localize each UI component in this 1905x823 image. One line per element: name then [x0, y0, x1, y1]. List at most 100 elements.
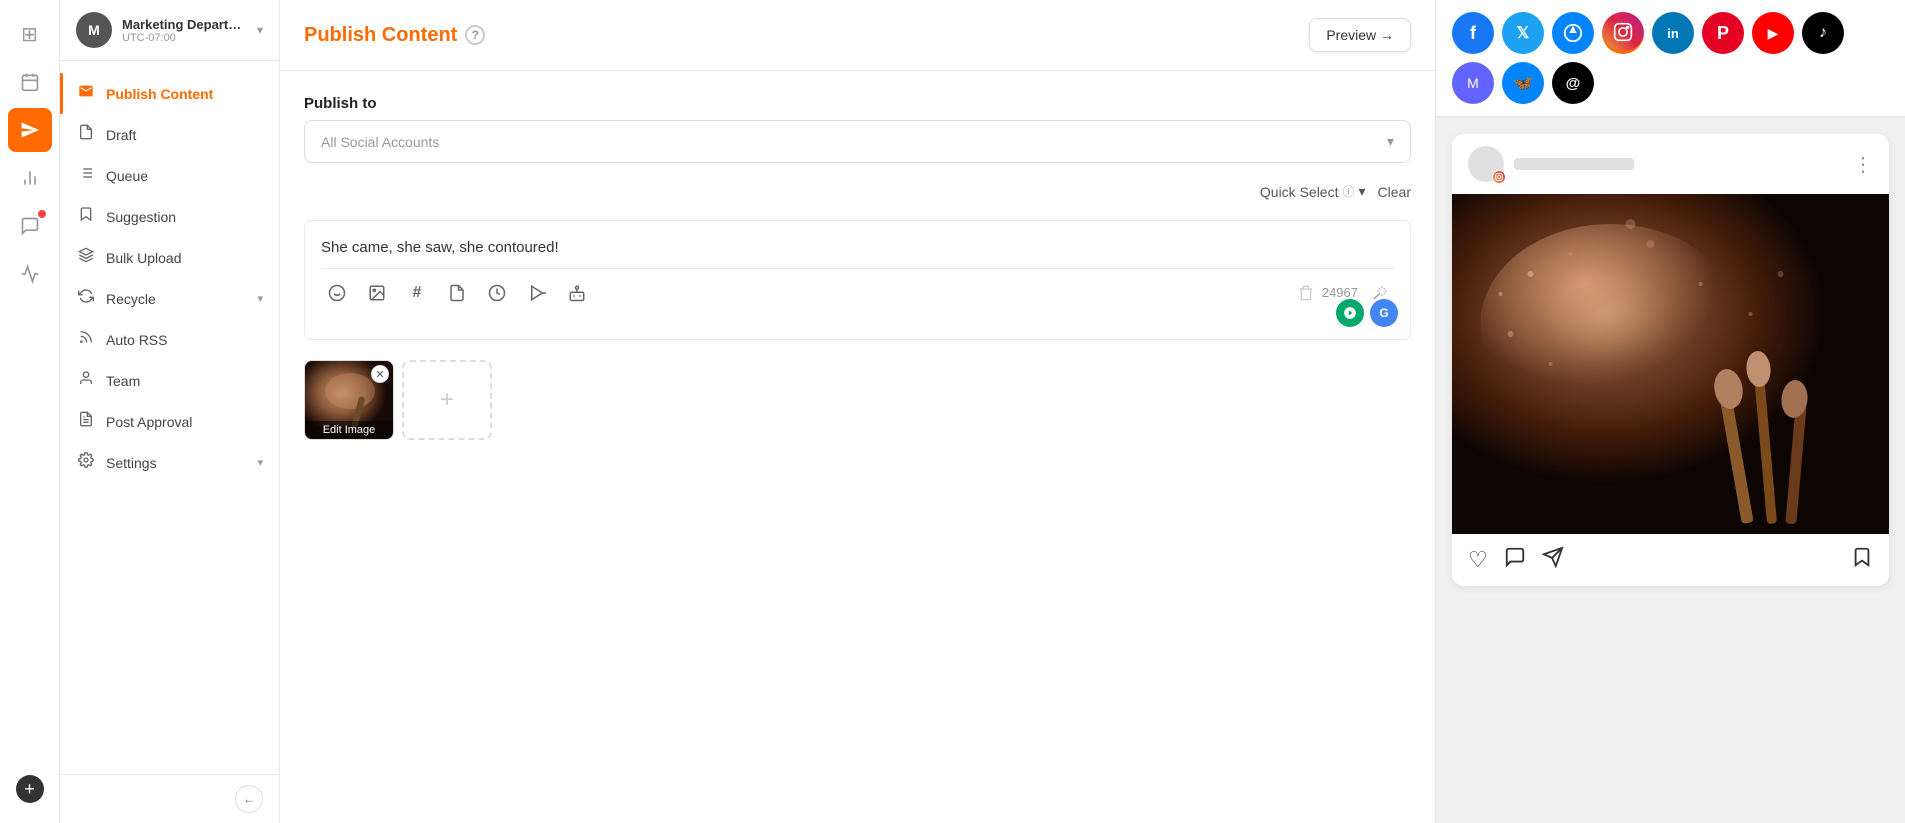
- sidebar-item-draft[interactable]: Draft: [60, 114, 279, 155]
- publish-title-group: Publish Content ?: [304, 24, 485, 47]
- calendar-nav-icon[interactable]: [8, 60, 52, 104]
- clear-button[interactable]: Clear: [1378, 184, 1411, 200]
- hashtag-toolbar-icon[interactable]: #: [401, 277, 433, 309]
- char-count: 24967: [1322, 285, 1358, 300]
- quick-select-chevron: ▾: [1359, 183, 1366, 200]
- main-content: Publish Content ? Preview → Publish to A…: [280, 0, 1435, 823]
- bluesky-social-icon[interactable]: [1552, 12, 1594, 54]
- media-area: ✕ Edit Image +: [304, 360, 1411, 440]
- sidebar-nav: Publish Content Draft Queue Suggestion B…: [60, 61, 279, 774]
- account-select-placeholder: All Social Accounts: [321, 134, 439, 150]
- youtube-social-icon[interactable]: ▶: [1752, 12, 1794, 54]
- analytics-nav-icon[interactable]: [8, 252, 52, 296]
- preview-actions: ♡: [1452, 534, 1889, 586]
- sidebar-item-rss[interactable]: Auto RSS: [60, 319, 279, 360]
- workspace-chevron[interactable]: ▾: [257, 23, 263, 37]
- preview-more-icon[interactable]: ⋮: [1853, 152, 1873, 177]
- sidebar-item-team[interactable]: Team: [60, 360, 279, 401]
- help-icon[interactable]: ?: [465, 25, 485, 45]
- dropdown-chevron: ▾: [1387, 133, 1394, 150]
- publish-area: Publish Content ? Preview → Publish to A…: [280, 0, 1435, 823]
- quick-select-group[interactable]: Quick Select ⓘ ▾: [1260, 183, 1366, 200]
- instagram-badge-icon: [1492, 170, 1506, 184]
- sidebar-item-bulk[interactable]: Bulk Upload: [60, 237, 279, 278]
- chat-badge: [38, 210, 46, 218]
- ai-icons-group: G: [1336, 299, 1398, 327]
- sidebar-item-recycle[interactable]: Recycle ▾: [60, 278, 279, 319]
- sidebar-item-team-label: Team: [106, 373, 140, 389]
- sidebar-item-suggestion[interactable]: Suggestion: [60, 196, 279, 237]
- tiktok-social-icon[interactable]: ♪: [1802, 12, 1844, 54]
- ai-green-button[interactable]: [1336, 299, 1364, 327]
- suggestion-icon: [76, 206, 96, 227]
- publish-to-section: Publish to All Social Accounts ▾: [304, 95, 1411, 163]
- collapse-button[interactable]: ←: [235, 785, 263, 813]
- preview-button-label: Preview →: [1326, 27, 1394, 43]
- linkedin-social-icon[interactable]: in: [1652, 12, 1694, 54]
- team-icon: [76, 370, 96, 391]
- ai-blue-button[interactable]: G: [1370, 299, 1398, 327]
- preview-username-area: [1514, 158, 1843, 170]
- image-toolbar-icon[interactable]: [361, 277, 393, 309]
- text-editor[interactable]: She came, she saw, she contoured! G #: [304, 220, 1411, 340]
- workspace-info: Marketing Department UTC-07:00: [122, 17, 247, 44]
- pinterest-social-icon[interactable]: P: [1702, 12, 1744, 54]
- like-action-icon[interactable]: ♡: [1468, 547, 1488, 573]
- delete-toolbar-icon[interactable]: [1298, 285, 1314, 301]
- chat-nav-icon[interactable]: [8, 204, 52, 248]
- workspace-timezone: UTC-07:00: [122, 32, 247, 44]
- twitter-social-icon[interactable]: 𝕏: [1502, 12, 1544, 54]
- preview-image: [1452, 194, 1889, 534]
- preview-username-placeholder: [1514, 158, 1634, 170]
- publish-nav-icon[interactable]: [8, 108, 52, 152]
- post-text-content: She came, she saw, she contoured!: [321, 237, 1394, 260]
- publish-icon: [76, 83, 96, 104]
- page-title: Publish Content: [304, 24, 457, 47]
- sidebar-item-publish[interactable]: Publish Content: [60, 73, 279, 114]
- emoji-toolbar-icon[interactable]: [321, 277, 353, 309]
- nav-rail: ⊞ +: [0, 0, 60, 823]
- quick-select-bar: Quick Select ⓘ ▾ Clear: [304, 183, 1411, 200]
- comment-action-icon[interactable]: [1504, 546, 1526, 574]
- butterfly-social-icon[interactable]: 🦋: [1502, 62, 1544, 104]
- quick-select-info-icon: ⓘ: [1342, 183, 1354, 200]
- sidebar-item-approval-label: Post Approval: [106, 414, 192, 430]
- add-workspace-button[interactable]: +: [16, 775, 44, 803]
- robot-toolbar-icon[interactable]: [561, 277, 593, 309]
- recycle-icon: [76, 288, 96, 309]
- publish-header: Publish Content ? Preview →: [280, 0, 1435, 71]
- preview-avatar: [1468, 146, 1504, 182]
- send-toolbar-icon[interactable]: [521, 277, 553, 309]
- schedule-toolbar-icon[interactable]: [481, 277, 513, 309]
- facebook-social-icon[interactable]: f: [1452, 12, 1494, 54]
- sidebar-item-rss-label: Auto RSS: [106, 332, 167, 348]
- mastodon-social-icon[interactable]: M: [1452, 62, 1494, 104]
- sidebar-item-draft-label: Draft: [106, 127, 136, 143]
- add-media-button[interactable]: +: [402, 360, 492, 440]
- sidebar-item-settings[interactable]: Settings ▾: [60, 442, 279, 483]
- preview-button[interactable]: Preview →: [1309, 18, 1411, 52]
- sidebar-item-queue[interactable]: Queue: [60, 155, 279, 196]
- account-select-dropdown[interactable]: All Social Accounts ▾: [304, 120, 1411, 163]
- chart-nav-icon[interactable]: [8, 156, 52, 200]
- sidebar-header: M Marketing Department UTC-07:00 ▾: [60, 0, 279, 61]
- share-action-icon[interactable]: [1542, 546, 1564, 574]
- recycle-chevron: ▾: [257, 292, 263, 305]
- edit-image-label[interactable]: Edit Image: [305, 421, 393, 439]
- sidebar-item-publish-label: Publish Content: [106, 86, 213, 102]
- preview-panel: f 𝕏 in P ▶ ♪ M 🦋 @: [1435, 0, 1905, 823]
- grid-nav-icon[interactable]: ⊞: [8, 12, 52, 56]
- sidebar-item-bulk-label: Bulk Upload: [106, 250, 182, 266]
- publish-to-label: Publish to: [304, 95, 1411, 112]
- instagram-social-icon[interactable]: [1602, 12, 1644, 54]
- sidebar-item-approval[interactable]: Post Approval: [60, 401, 279, 442]
- threads-social-icon[interactable]: @: [1552, 62, 1594, 104]
- media-thumbnail-item[interactable]: ✕ Edit Image: [304, 360, 394, 440]
- document-toolbar-icon[interactable]: [441, 277, 473, 309]
- preview-card-header: ⋮: [1452, 134, 1889, 194]
- social-icons-bar: f 𝕏 in P ▶ ♪ M 🦋 @: [1436, 0, 1905, 118]
- sidebar-item-suggestion-label: Suggestion: [106, 209, 176, 225]
- media-close-button[interactable]: ✕: [371, 365, 389, 383]
- preview-card: ⋮: [1452, 134, 1889, 586]
- bookmark-action-icon[interactable]: [1851, 546, 1873, 574]
